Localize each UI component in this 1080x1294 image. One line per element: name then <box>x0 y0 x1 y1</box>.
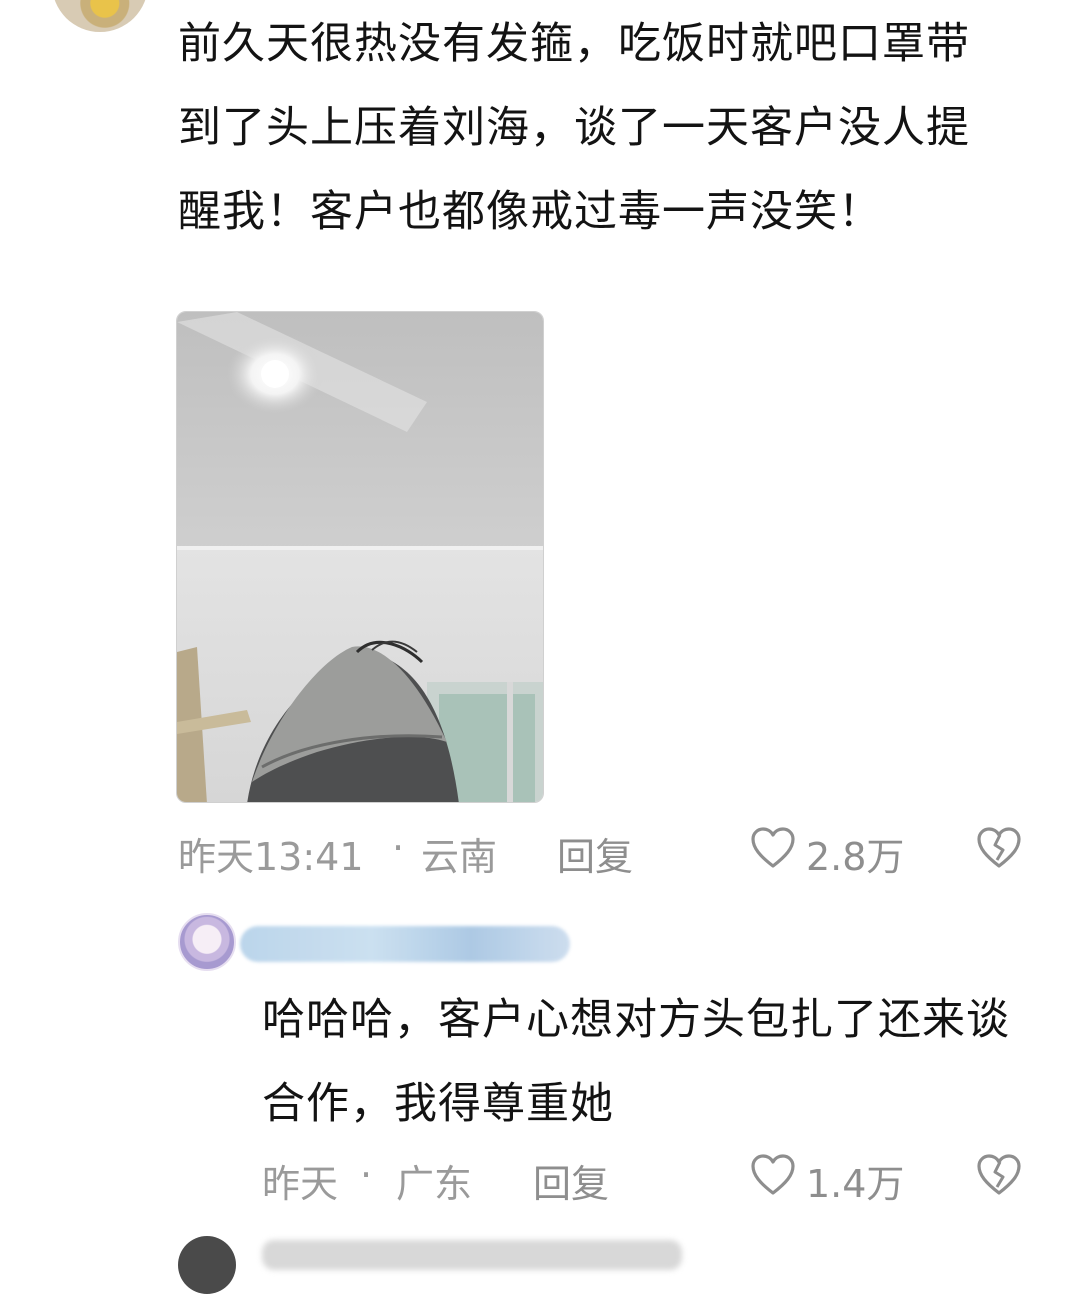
replier-avatar[interactable] <box>178 913 236 971</box>
next-replier-username-redacted <box>262 1240 682 1270</box>
broken-heart-icon[interactable] <box>976 1153 1022 1197</box>
reply-location: 广东 <box>396 1162 473 1206</box>
reply-like-count: 1.4万 <box>806 1162 905 1206</box>
heart-outline-icon[interactable] <box>750 826 796 870</box>
comment-time: 昨天13:41 <box>178 835 364 879</box>
comment-location: 云南 <box>421 835 498 879</box>
reply-reply-button[interactable]: 回复 <box>533 1153 609 1208</box>
next-replier-avatar[interactable] <box>178 1236 236 1294</box>
comment-reply-button[interactable]: 回复 <box>557 826 633 881</box>
replier-username-redacted <box>240 926 570 962</box>
comment-like-count: 2.8万 <box>806 835 905 879</box>
comment-separator: · <box>392 826 405 870</box>
heart-outline-icon[interactable] <box>750 1153 796 1197</box>
reply-time: 昨天 <box>262 1162 339 1206</box>
reply-separator: · <box>360 1153 373 1197</box>
comment-text: 前久天很热没有发箍，吃饭时就吧口罩带到了头上压着刘海，谈了一天客户没人提醒我！客… <box>178 19 970 237</box>
commenter-avatar[interactable] <box>52 0 148 32</box>
broken-heart-icon[interactable] <box>976 826 1022 870</box>
comment-photo[interactable] <box>176 311 544 803</box>
reply-text: 哈哈哈，客户心想对方头包扎了还来谈合作，我得尊重她 <box>262 995 1010 1129</box>
